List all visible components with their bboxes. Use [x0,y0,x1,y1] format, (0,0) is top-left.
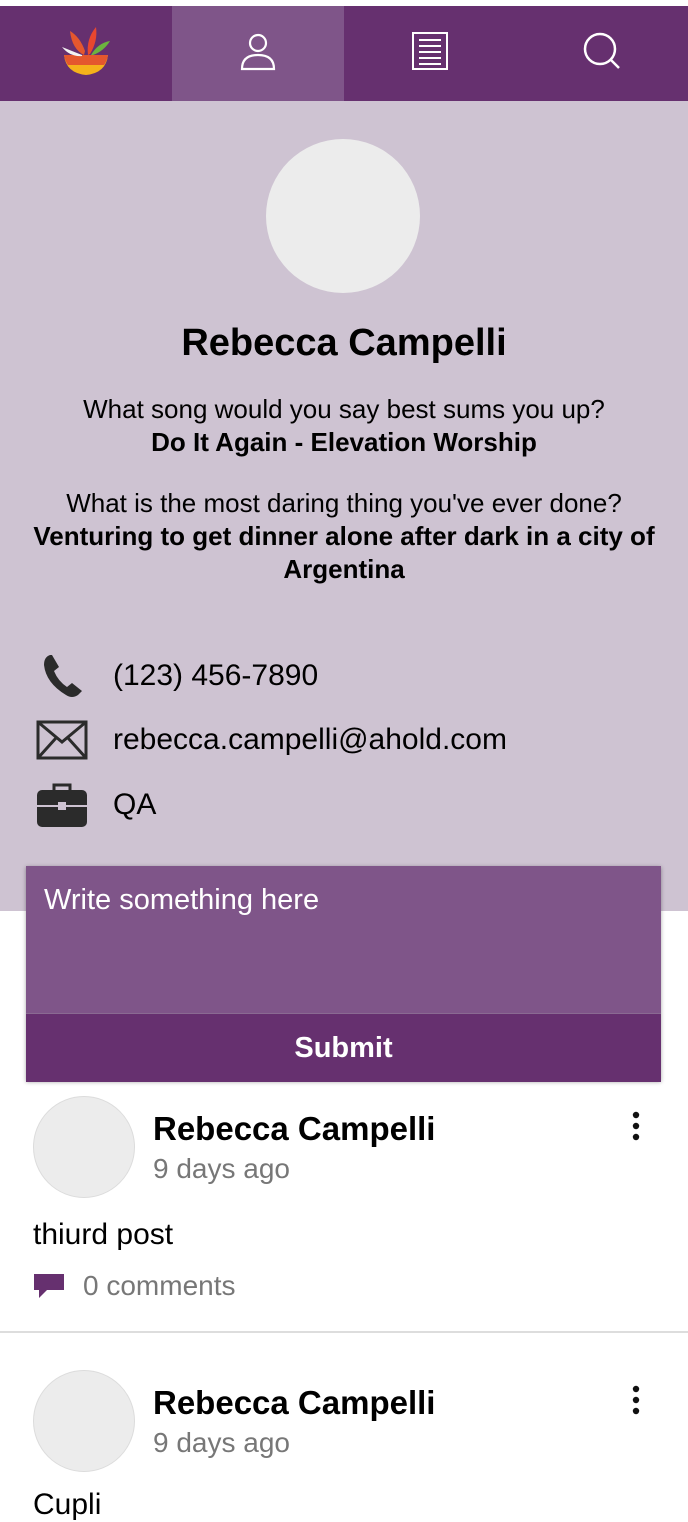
post-text: thiurd post [33,1218,174,1251]
post-author[interactable]: Rebecca Campelli [153,1384,435,1422]
question-text: What song would you say best sums you up… [83,394,605,424]
profile-question-2: What is the most daring thing you've eve… [20,487,668,586]
post-input-placeholder: Write something here [44,884,320,916]
avatar[interactable] [33,1096,135,1198]
post-text: Cupli [33,1488,102,1521]
contact-email: rebecca.campelli@ahold.com [36,715,507,765]
more-options-icon[interactable] [622,1108,650,1144]
envelope-icon [36,716,88,764]
answer-text: Do It Again - Elevation Worship [151,427,537,457]
nav-profile[interactable] [172,6,344,101]
phone-icon [36,652,88,700]
department-text: QA [113,788,157,821]
user-profile-icon [238,31,278,76]
post-divider [0,1331,688,1333]
post-time: 9 days ago [153,1153,290,1184]
search-icon [582,31,622,76]
document-list-icon [411,31,449,76]
contact-department: QA [36,780,156,830]
briefcase-icon [36,781,88,829]
contact-phone: (123) 456-7890 [36,651,318,701]
profile-header: Rebecca Campelli What song would you say… [0,101,688,911]
comments-count: 0 comments [83,1270,236,1301]
email-address[interactable]: rebecca.campelli@ahold.com [113,723,507,757]
comments-link[interactable]: 0 comments [33,1270,236,1302]
nav-home[interactable] [0,6,172,101]
answer-text: Venturing to get dinner alone after dark… [33,521,655,584]
nav-search[interactable] [516,6,688,101]
post-time: 9 days ago [153,1427,290,1458]
nav-feed[interactable] [344,6,516,101]
phone-number[interactable]: (123) 456-7890 [113,659,318,693]
comment-icon [33,1272,65,1300]
post-author[interactable]: Rebecca Campelli [153,1110,435,1148]
profile-avatar[interactable] [266,139,420,293]
post-composer: Write something here Submit [26,866,661,1082]
profile-question-1: What song would you say best sums you up… [20,393,668,459]
avatar[interactable] [33,1370,135,1472]
post-input[interactable]: Write something here [26,866,661,1013]
more-options-icon[interactable] [622,1382,650,1418]
top-navigation [0,6,688,101]
question-text: What is the most daring thing you've eve… [66,488,622,518]
flower-bowl-logo-icon [58,23,114,84]
submit-button[interactable]: Submit [26,1013,661,1082]
profile-name: Rebecca Campelli [181,322,507,364]
